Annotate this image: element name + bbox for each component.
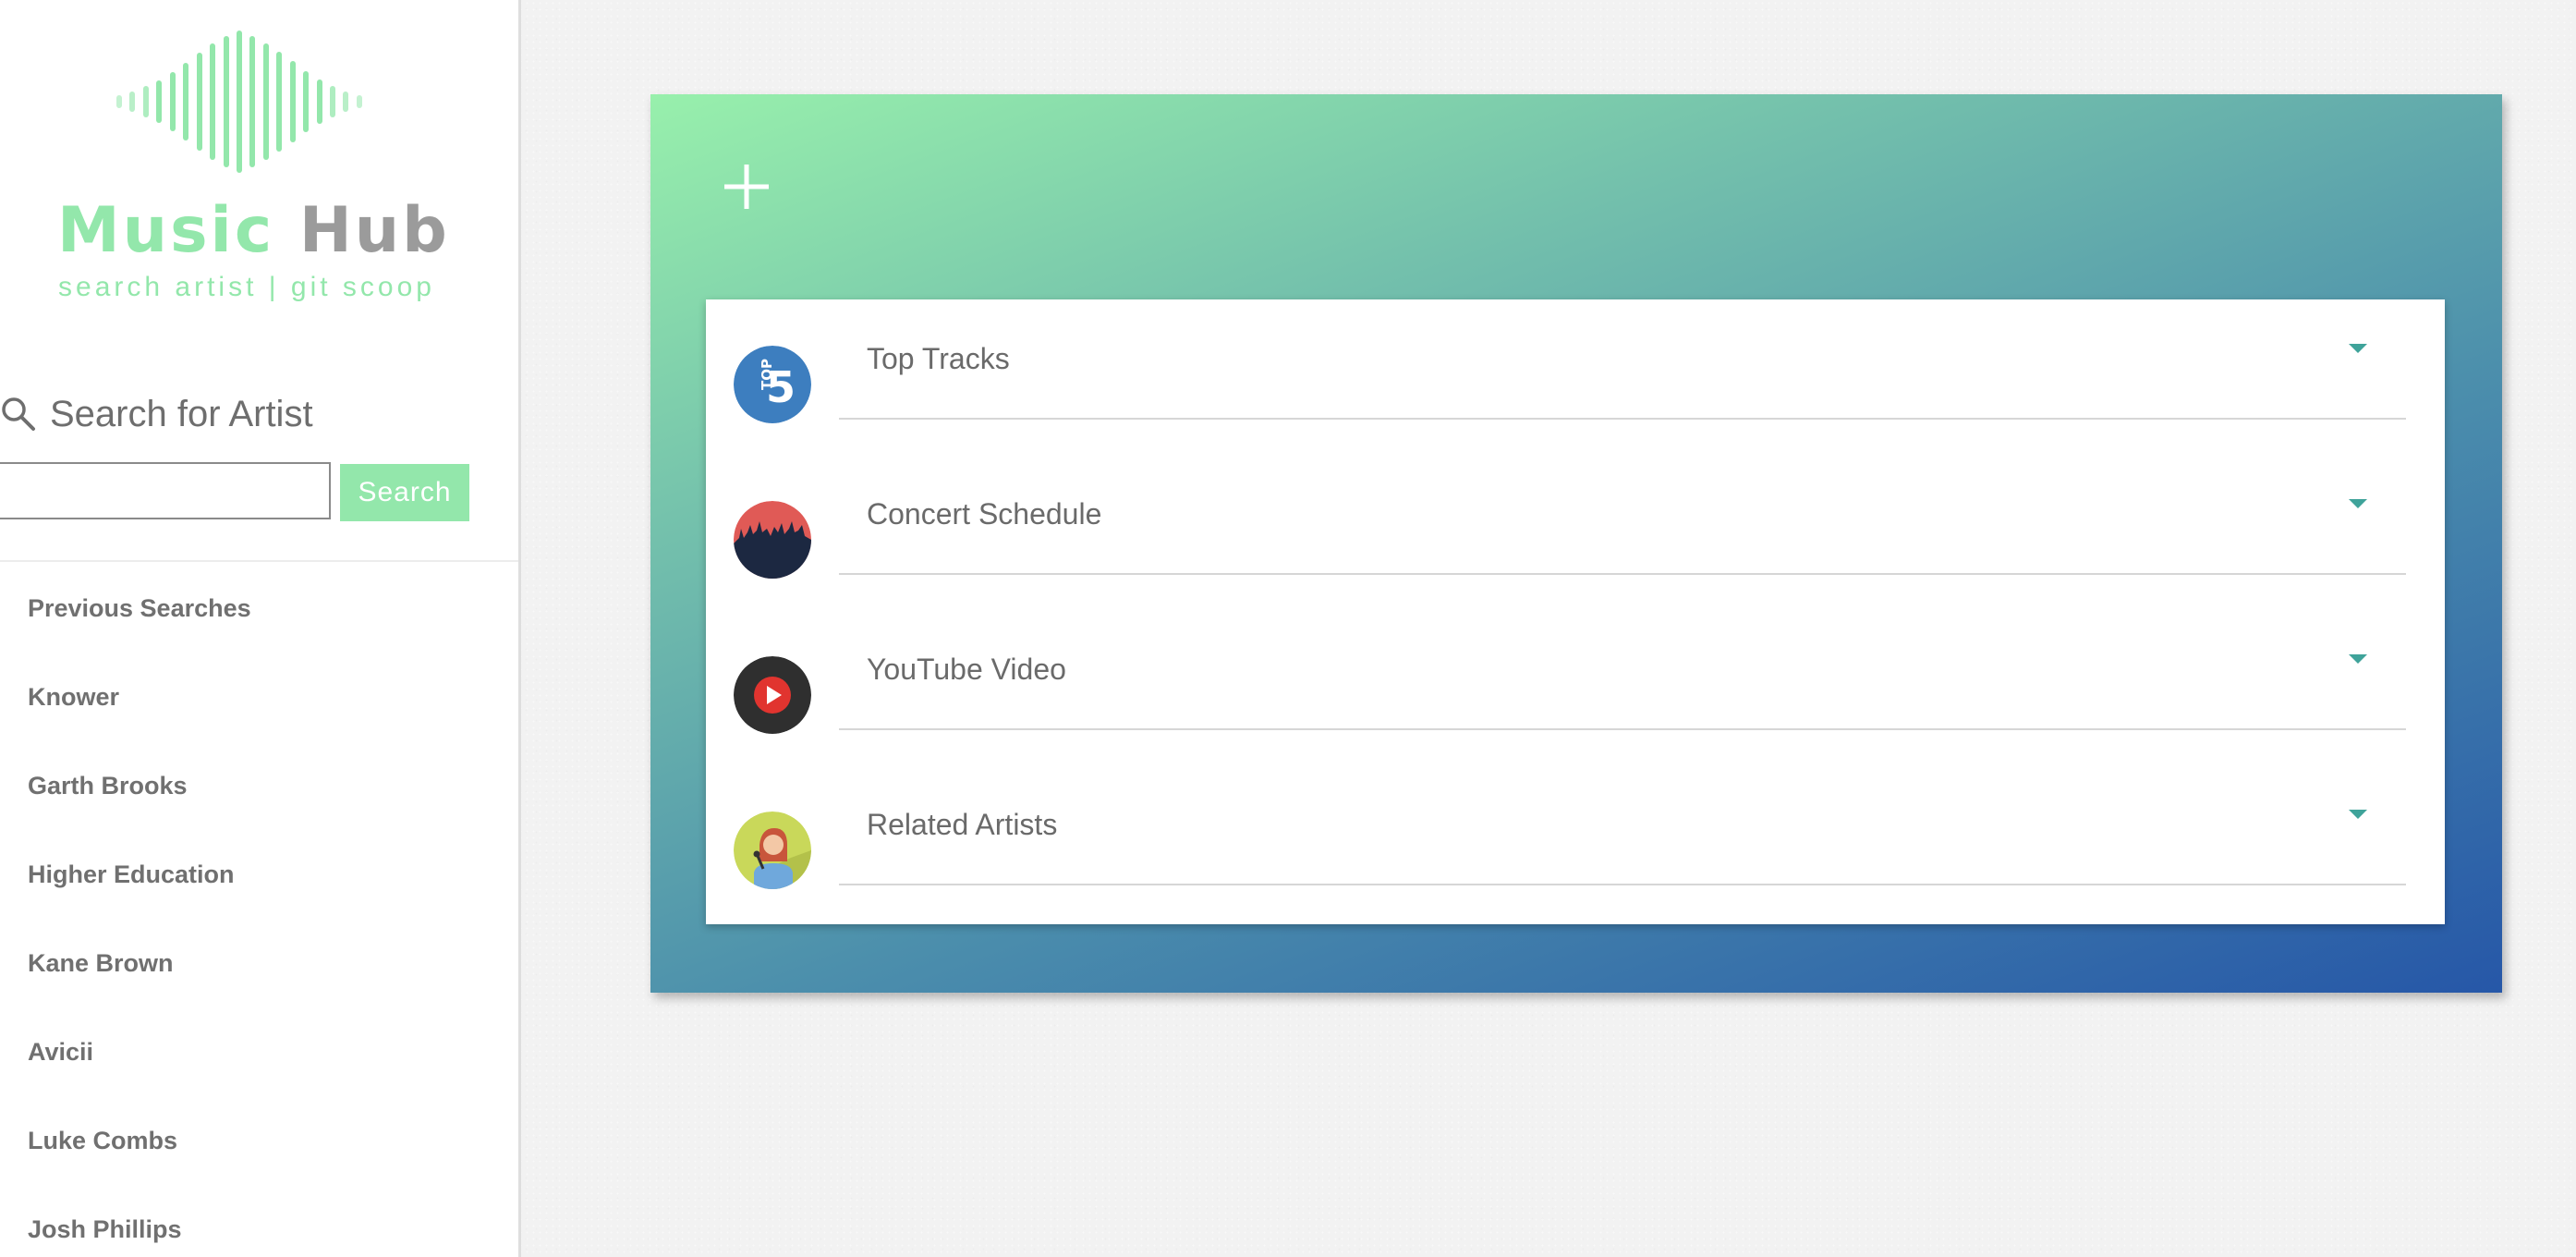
previous-search-item[interactable]: Knower [28, 669, 251, 758]
singer-icon [734, 812, 811, 889]
section-underline [839, 884, 2406, 885]
previous-searches-heading: Previous Searches [28, 594, 251, 622]
top5-icon: TOP 5 [734, 346, 811, 423]
section-underline [839, 573, 2406, 575]
section-label: Top Tracks [867, 342, 1010, 375]
svg-text:5: 5 [766, 362, 796, 412]
chevron-down-icon[interactable] [2349, 810, 2367, 819]
previous-search-item[interactable]: Higher Education [28, 847, 251, 935]
logo-word-hub: Hub [298, 194, 450, 267]
sidebar-divider [0, 560, 518, 562]
search-icon [2, 397, 35, 431]
section-top-tracks[interactable]: TOP 5 Top Tracks [706, 299, 2445, 455]
section-related-artists[interactable]: Related Artists [706, 765, 2445, 921]
artist-search-input[interactable] [0, 462, 331, 519]
plus-icon[interactable] [721, 161, 772, 213]
sound-wave-logo-icon [116, 30, 362, 174]
section-underline [839, 418, 2406, 420]
search-heading-label: Search for Artist [50, 393, 313, 434]
search-button[interactable]: Search [340, 464, 469, 521]
results-card: TOP 5 Top Tracks Concert Schedule YouTub… [650, 94, 2502, 993]
chevron-down-icon[interactable] [2349, 654, 2367, 664]
logo-tagline: search artist | git scoop [58, 272, 435, 302]
section-label: Concert Schedule [867, 497, 1102, 531]
section-concert-schedule[interactable]: Concert Schedule [706, 455, 2445, 610]
sections-panel: TOP 5 Top Tracks Concert Schedule YouTub… [706, 299, 2445, 924]
previous-search-item[interactable]: Josh Phillips [28, 1202, 251, 1257]
previous-searches-list: Previous Searches Knower Garth Brooks Hi… [28, 580, 251, 1257]
logo-title: Music Hub [57, 194, 447, 268]
chevron-down-icon[interactable] [2349, 499, 2367, 508]
concert-crowd-icon [734, 501, 811, 579]
previous-search-item[interactable]: Kane Brown [28, 935, 251, 1024]
previous-search-item[interactable]: Luke Combs [28, 1113, 251, 1202]
chevron-down-icon[interactable] [2349, 344, 2367, 353]
youtube-play-icon [734, 656, 811, 734]
sidebar: Music Hub search artist | git scoop Sear… [0, 0, 521, 1257]
previous-search-item[interactable]: Garth Brooks [28, 758, 251, 847]
logo-word-music: Music [57, 194, 275, 267]
section-label: YouTube Video [867, 653, 1066, 686]
previous-search-item[interactable]: Avicii [28, 1024, 251, 1113]
section-label: Related Artists [867, 808, 1058, 841]
section-underline [839, 728, 2406, 730]
section-youtube-video[interactable]: YouTube Video [706, 610, 2445, 765]
search-heading: Search for Artist [0, 386, 313, 442]
